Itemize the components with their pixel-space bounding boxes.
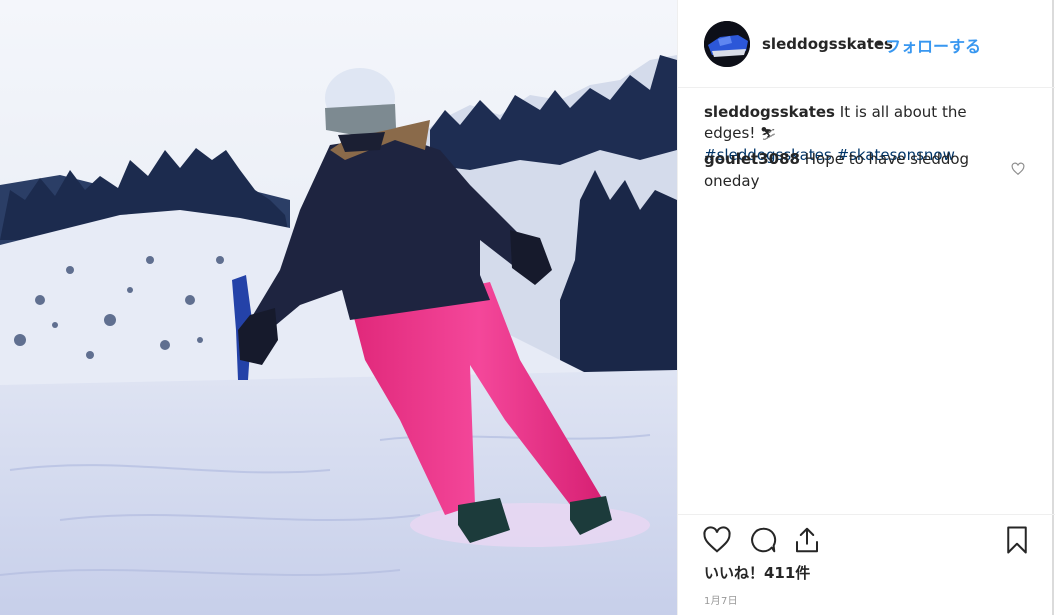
follow-button[interactable]: フォローする [885, 33, 981, 57]
action-bar [678, 514, 1055, 564]
post-header: sleddogsskates • フォローする [678, 0, 1055, 88]
skier-image [0, 0, 677, 615]
comment-username[interactable]: goulet3088 [704, 150, 800, 168]
comment-bubble-icon[interactable] [748, 525, 778, 555]
like-count[interactable]: いいね！411件 [704, 562, 810, 583]
heart-outline-icon[interactable] [702, 525, 732, 555]
comment-item: goulet3088 Hope to have sleddog oneday [704, 148, 994, 192]
avatar[interactable] [704, 21, 750, 67]
header-separator: • [875, 35, 884, 53]
post-sidebar: sleddogsskates • フォローする sleddogsskates I… [677, 0, 1055, 615]
post-photo[interactable] [0, 0, 677, 615]
post-date[interactable]: 1月7日 [704, 592, 738, 607]
small-heart-icon[interactable] [1011, 161, 1025, 176]
caption-username[interactable]: sleddogsskates [704, 103, 835, 121]
skier-emoji-icon: ⛷ [760, 127, 777, 142]
bookmark-icon[interactable] [1002, 525, 1032, 555]
header-username[interactable]: sleddogsskates [762, 35, 893, 53]
avatar-image [704, 21, 750, 67]
share-icon[interactable] [792, 525, 822, 555]
